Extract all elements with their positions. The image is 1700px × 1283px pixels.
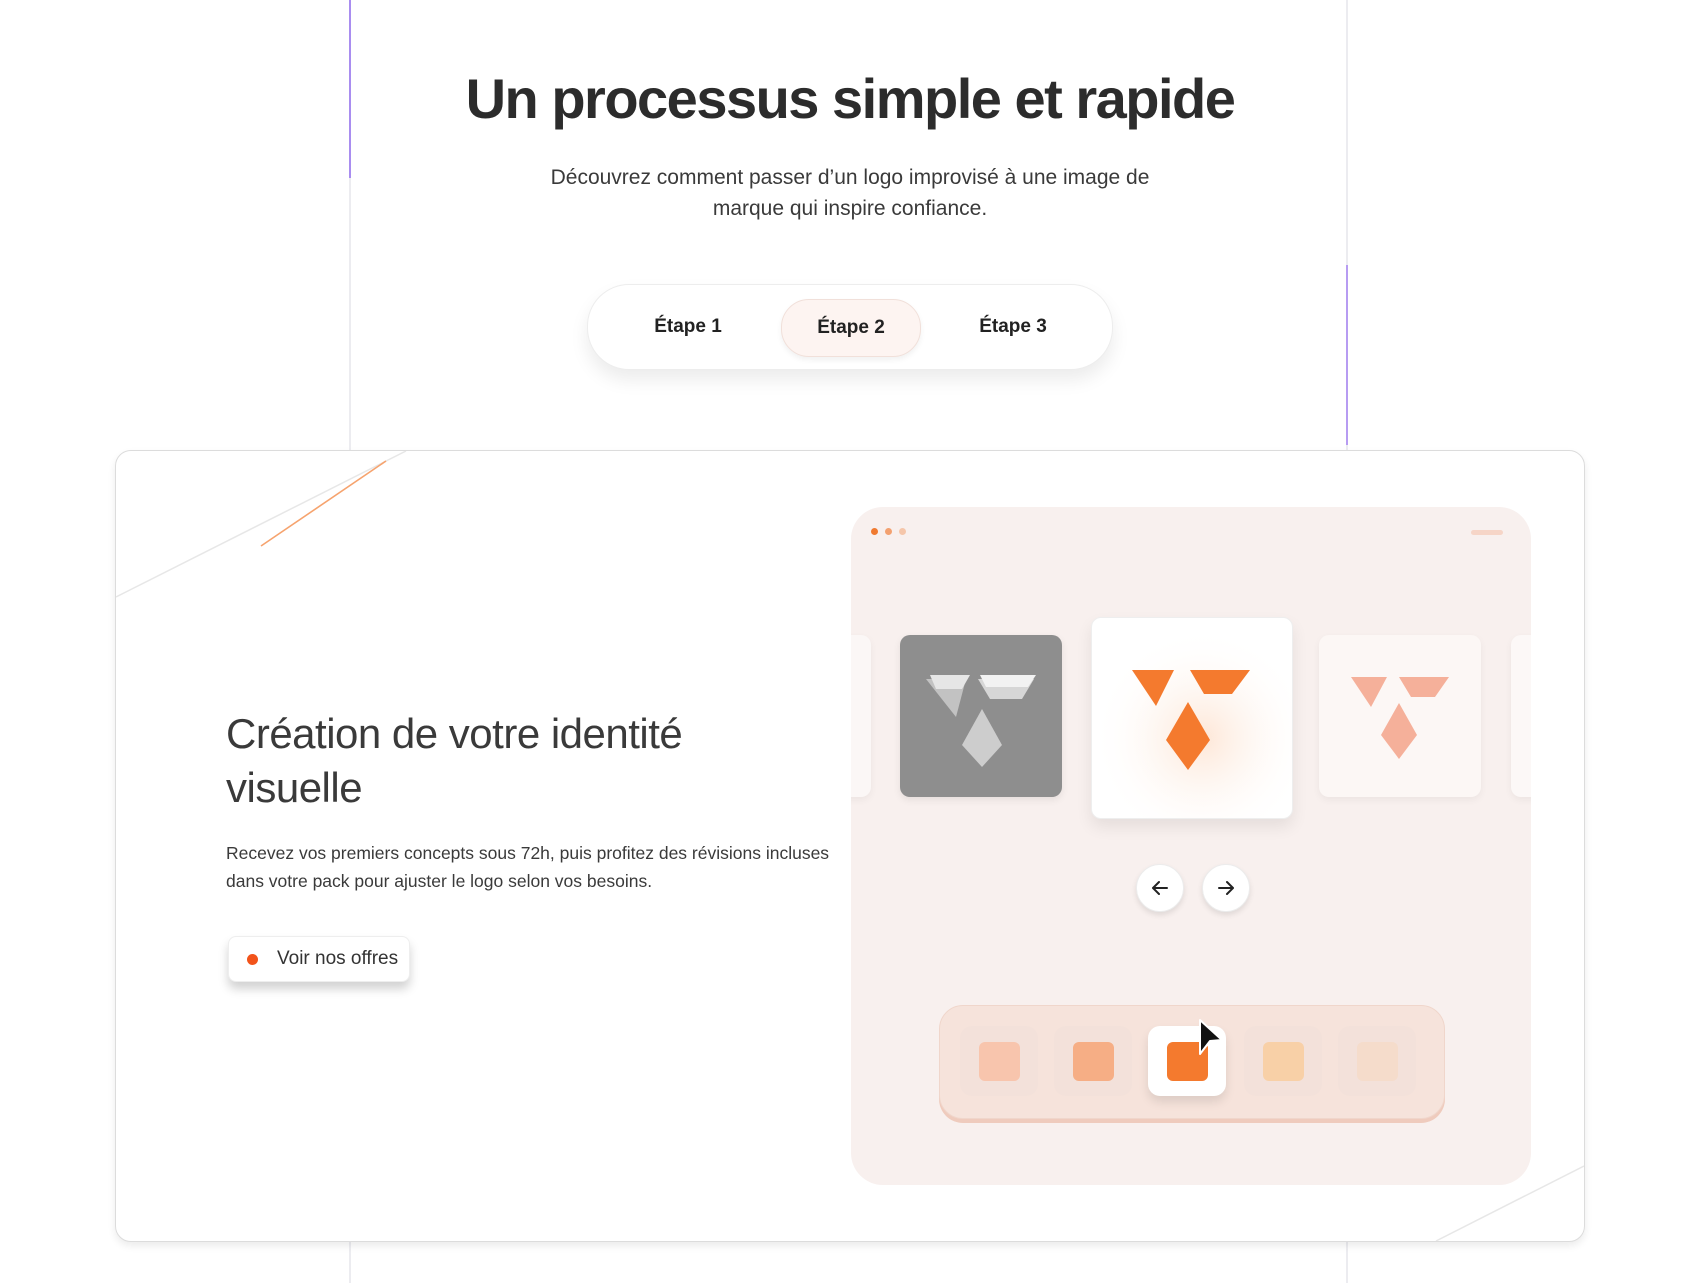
window-dot-icon (899, 528, 906, 535)
v-logo-icon (926, 675, 1036, 767)
swatch-color (1357, 1042, 1398, 1081)
section-title: Un processus simple et rapide (465, 67, 1236, 130)
swatch-color (1073, 1042, 1114, 1081)
logo-tile-edge-right (1511, 635, 1531, 797)
swatch-color (979, 1042, 1020, 1081)
mouse-pointer-icon (1199, 1019, 1223, 1055)
arrow-right-icon (1218, 881, 1234, 895)
color-swatch[interactable] (1244, 1026, 1322, 1096)
logo-tile-edge-left (851, 635, 871, 797)
section-subtitle: Découvrez comment passer d’un logo impro… (550, 166, 1150, 220)
see-offers-button[interactable]: Voir nos offres (228, 936, 410, 982)
next-button[interactable] (1202, 864, 1250, 912)
tab-step-3[interactable]: Étape 3 (953, 299, 1073, 355)
v-logo-icon (1092, 618, 1292, 818)
logo-tile-soft[interactable] (1319, 635, 1481, 797)
window-dot-icon (871, 528, 878, 535)
tab-step-2[interactable]: Étape 2 (781, 299, 921, 357)
color-swatch[interactable] (960, 1026, 1038, 1096)
color-swatch[interactable] (1054, 1026, 1132, 1096)
logo-tile-selected[interactable] (1091, 617, 1293, 819)
v-logo-icon (1351, 677, 1449, 759)
arrow-left-icon (1152, 881, 1168, 895)
previous-button[interactable] (1136, 864, 1184, 912)
swatch-color (1263, 1042, 1304, 1081)
dot-icon (247, 954, 258, 965)
color-palette (939, 1005, 1445, 1119)
logo-editor-mockup (851, 507, 1531, 1185)
color-swatch[interactable] (1338, 1026, 1416, 1096)
see-offers-label: Voir nos offres (277, 948, 399, 969)
card-title: Création de votre identité visuelle (226, 710, 683, 811)
tab-step-1[interactable]: Étape 1 (628, 299, 748, 355)
guide-line-right-accent (1346, 265, 1348, 445)
window-dot-icon (885, 528, 892, 535)
step-tabs: Étape 1 Étape 2 Étape 3 (587, 284, 1113, 370)
logo-tile-gray[interactable] (900, 635, 1062, 797)
window-bar (1471, 530, 1503, 535)
card-description: Recevez vos premiers concepts sous 72h, … (226, 843, 830, 891)
step-card: Création de votre identité visuelle Rece… (115, 450, 1585, 1242)
